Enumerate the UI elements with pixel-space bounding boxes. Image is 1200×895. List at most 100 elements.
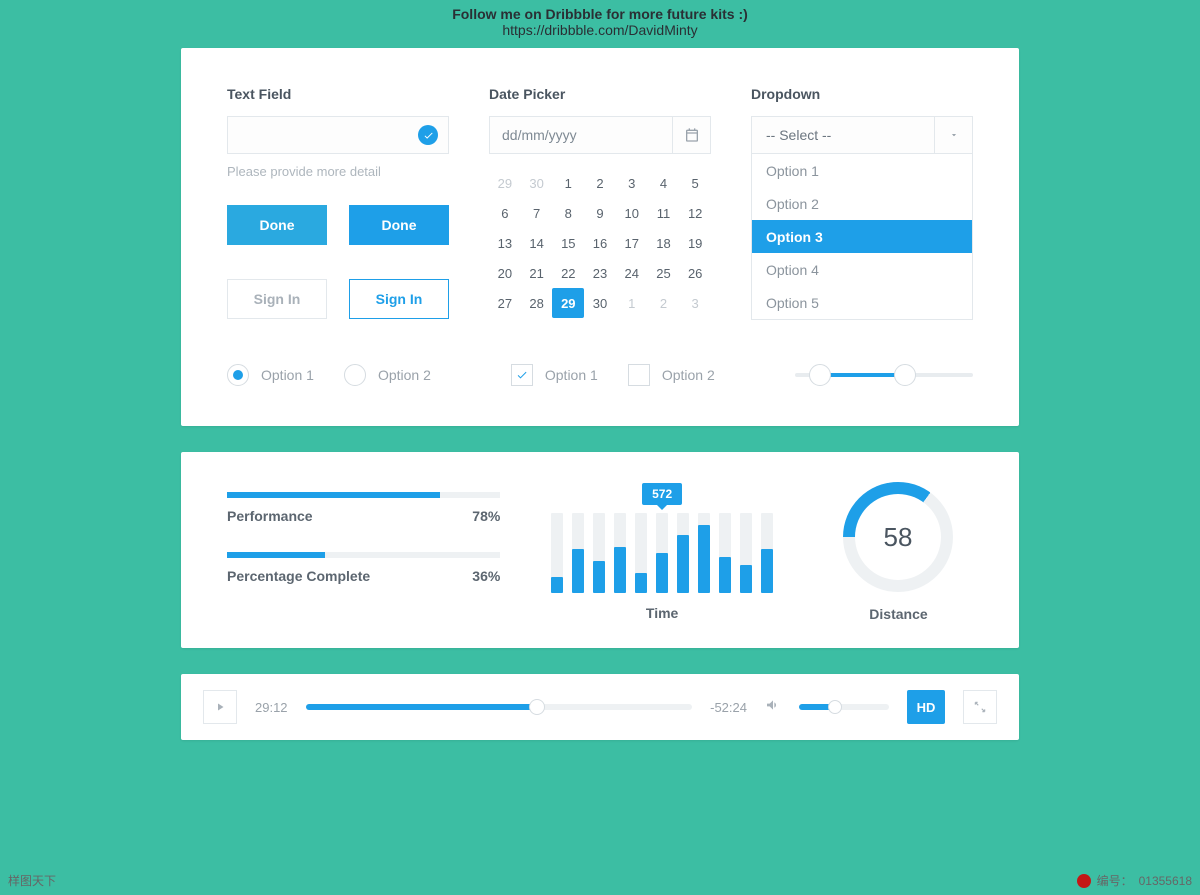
calendar-day[interactable]: 21	[521, 258, 553, 288]
calendar-day[interactable]: 11	[648, 198, 680, 228]
done-button-alt[interactable]: Done	[349, 205, 449, 245]
dropdown-selected: -- Select --	[752, 117, 934, 153]
calendar-day[interactable]: 1	[552, 168, 584, 198]
dropdown-option[interactable]: Option 1	[752, 154, 972, 187]
time-remaining: -52:24	[710, 700, 747, 715]
seek-bar[interactable]	[306, 704, 693, 710]
bar	[656, 513, 668, 593]
calendar-day[interactable]: 26	[679, 258, 711, 288]
calendar-day[interactable]: 29	[552, 288, 584, 318]
calendar-day[interactable]: 18	[648, 228, 680, 258]
fullscreen-button[interactable]	[963, 690, 997, 724]
calendar-day[interactable]: 6	[489, 198, 521, 228]
dropdown-list: Option 1Option 2Option 3Option 4Option 5	[751, 154, 973, 320]
bar	[740, 513, 752, 593]
calendar-day[interactable]: 28	[521, 288, 553, 318]
chart-xlabel: Time	[550, 605, 774, 621]
ring-value: 58	[855, 494, 941, 580]
progress-bar	[227, 552, 500, 558]
done-button[interactable]: Done	[227, 205, 327, 245]
dropdown-option[interactable]: Option 5	[752, 286, 972, 319]
signin-button[interactable]: Sign In	[227, 279, 327, 319]
calendar-day[interactable]: 15	[552, 228, 584, 258]
play-button[interactable]	[203, 690, 237, 724]
calendar-day[interactable]: 17	[616, 228, 648, 258]
calendar-day[interactable]: 12	[679, 198, 711, 228]
calendar-icon[interactable]	[672, 117, 710, 153]
progress-bar	[227, 492, 500, 498]
progress-label: Performance	[227, 508, 313, 524]
calendar-day[interactable]: 25	[648, 258, 680, 288]
calendar-day[interactable]: 16	[584, 228, 616, 258]
footer-dot-icon	[1077, 874, 1091, 888]
calendar-day[interactable]: 5	[679, 168, 711, 198]
date-input[interactable]: dd/mm/yyyy	[489, 116, 711, 154]
bar	[761, 513, 773, 593]
checkbox-label-1: Option 1	[545, 367, 598, 383]
bar-chart	[550, 513, 774, 593]
radio-label-2: Option 2	[378, 367, 431, 383]
footer-id: 编号：01355618	[1077, 872, 1192, 889]
bar	[572, 513, 584, 593]
calendar-day[interactable]: 29	[489, 168, 521, 198]
calendar-day[interactable]: 14	[521, 228, 553, 258]
calendar-day[interactable]: 19	[679, 228, 711, 258]
calendar-day[interactable]: 4	[648, 168, 680, 198]
progress-value: 78%	[472, 508, 500, 524]
dropdown-option[interactable]: Option 2	[752, 187, 972, 220]
text-input[interactable]	[227, 116, 449, 154]
date-picker-label: Date Picker	[489, 86, 711, 102]
chart-badge: 572	[642, 483, 682, 505]
radio-option-1[interactable]	[227, 364, 249, 386]
text-field-hint: Please provide more detail	[227, 164, 449, 179]
calendar-day[interactable]: 2	[584, 168, 616, 198]
calendar-day[interactable]: 10	[616, 198, 648, 228]
ring-chart: 58	[843, 482, 953, 592]
progress-value: 36%	[472, 568, 500, 584]
date-placeholder: dd/mm/yyyy	[490, 117, 672, 153]
calendar-day[interactable]: 2	[648, 288, 680, 318]
dropdown-option[interactable]: Option 4	[752, 253, 972, 286]
radio-option-2[interactable]	[344, 364, 366, 386]
calendar-day[interactable]: 20	[489, 258, 521, 288]
bar	[593, 513, 605, 593]
calendar-day[interactable]: 9	[584, 198, 616, 228]
calendar-day[interactable]: 22	[552, 258, 584, 288]
form-panel: Text Field Please provide more detail Do…	[181, 48, 1019, 426]
calendar-day[interactable]: 30	[521, 168, 553, 198]
calendar-day[interactable]: 24	[616, 258, 648, 288]
calendar-day[interactable]: 27	[489, 288, 521, 318]
player-panel: 29:12 -52:24 HD	[181, 674, 1019, 740]
signin-button-alt[interactable]: Sign In	[349, 279, 449, 319]
chevron-down-icon	[934, 117, 972, 153]
calendar-day[interactable]: 8	[552, 198, 584, 228]
calendar-day[interactable]: 3	[616, 168, 648, 198]
range-slider[interactable]	[795, 364, 973, 386]
volume-bar[interactable]	[799, 704, 889, 710]
stats-panel: Performance78%Percentage Complete36% 572…	[181, 452, 1019, 648]
page-title: Follow me on Dribbble for more future ki…	[0, 6, 1200, 22]
calendar-day[interactable]: 30	[584, 288, 616, 318]
calendar-day[interactable]: 3	[679, 288, 711, 318]
bar	[635, 513, 647, 593]
dropdown-option[interactable]: Option 3	[752, 220, 972, 253]
bar	[551, 513, 563, 593]
bar	[677, 513, 689, 593]
calendar-day[interactable]: 7	[521, 198, 553, 228]
footer-watermark: 样图天下	[8, 872, 56, 889]
calendar-day[interactable]: 13	[489, 228, 521, 258]
checkbox-option-2[interactable]	[628, 364, 650, 386]
dropdown-toggle[interactable]: -- Select --	[751, 116, 973, 154]
ring-label: Distance	[824, 606, 973, 622]
check-icon	[418, 125, 438, 145]
bar	[719, 513, 731, 593]
checkbox-label-2: Option 2	[662, 367, 715, 383]
hd-button[interactable]: HD	[907, 690, 945, 724]
page-subtitle: https://dribbble.com/DavidMinty	[0, 22, 1200, 38]
checkbox-option-1[interactable]	[511, 364, 533, 386]
calendar-day[interactable]: 23	[584, 258, 616, 288]
footer-id-label: 编号：	[1097, 872, 1133, 889]
calendar-day[interactable]: 1	[616, 288, 648, 318]
bar	[698, 513, 710, 593]
volume-icon[interactable]	[765, 697, 781, 718]
